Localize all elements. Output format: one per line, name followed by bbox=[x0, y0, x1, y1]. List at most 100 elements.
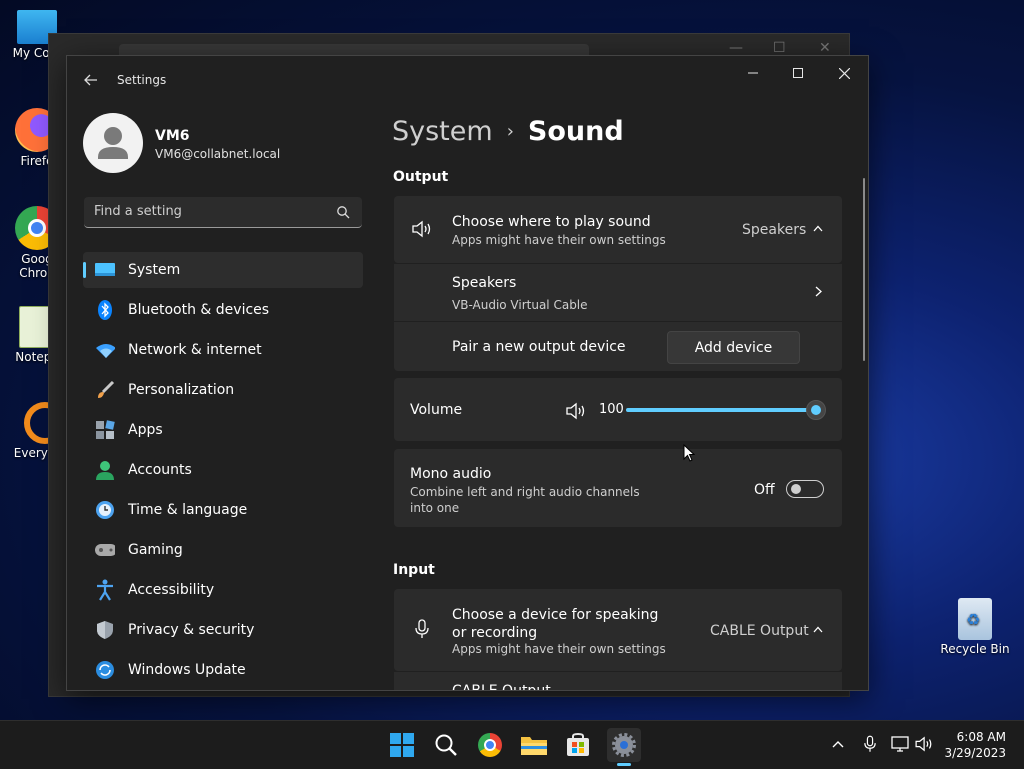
taskbar-chrome[interactable] bbox=[475, 730, 505, 760]
mono-audio-title: Mono audio bbox=[410, 466, 492, 482]
taskbar-settings[interactable] bbox=[607, 728, 641, 766]
input-section-title: Input bbox=[393, 562, 435, 578]
chevron-right-icon bbox=[815, 286, 822, 297]
output-choose-subtitle: Apps might have their own settings bbox=[452, 233, 666, 247]
back-button[interactable] bbox=[79, 68, 103, 92]
sidebar-item-accounts[interactable]: Accounts bbox=[83, 452, 363, 488]
volume-slider-thumb[interactable] bbox=[806, 400, 826, 420]
maximize-button[interactable] bbox=[775, 56, 821, 90]
sidebar-item-label: Personalization bbox=[128, 382, 235, 398]
breadcrumb: System › Sound bbox=[392, 116, 624, 147]
sidebar-item-network[interactable]: Network & internet bbox=[83, 332, 363, 368]
clock-time: 6:08 AM bbox=[956, 730, 1006, 744]
input-selected-device: CABLE Output bbox=[710, 623, 809, 639]
title-bar: Settings bbox=[67, 56, 868, 104]
sidebar-item-windows-update[interactable]: Windows Update bbox=[83, 652, 363, 688]
sidebar-item-gaming[interactable]: Gaming bbox=[83, 532, 363, 568]
input-choose-title: Choose a device for speaking or recordin… bbox=[452, 607, 659, 641]
bluetooth-icon bbox=[95, 300, 115, 320]
mono-audio-toggle[interactable] bbox=[786, 480, 824, 498]
settings-icon bbox=[612, 733, 636, 757]
mono-audio-state: Off bbox=[754, 482, 775, 498]
tray-network[interactable] bbox=[890, 734, 910, 754]
sidebar-item-apps[interactable]: Apps bbox=[83, 412, 363, 448]
output-device-name: Speakers bbox=[452, 275, 517, 291]
mouse-cursor-icon bbox=[683, 444, 695, 462]
desktop-icon-recycle-bin[interactable]: ♻ Recycle Bin bbox=[940, 598, 1010, 656]
minimize-button[interactable] bbox=[730, 56, 776, 90]
volume-row: Volume 100 bbox=[394, 378, 842, 441]
microphone-icon bbox=[864, 735, 876, 752]
back-arrow-icon bbox=[84, 74, 97, 86]
taskbar-clock[interactable]: 6:08 AM 3/29/2023 bbox=[944, 729, 1006, 761]
microphone-icon bbox=[415, 619, 429, 638]
chevron-up-icon[interactable] bbox=[813, 225, 823, 232]
toggle-knob bbox=[791, 484, 801, 494]
tray-microphone[interactable] bbox=[860, 734, 880, 754]
output-choose-title: Choose where to play sound bbox=[452, 214, 651, 230]
pair-output-row: Pair a new output device Add device bbox=[394, 322, 842, 371]
tray-volume[interactable] bbox=[915, 734, 935, 754]
tray-overflow-button[interactable] bbox=[828, 734, 848, 754]
sidebar-item-label: Bluetooth & devices bbox=[128, 302, 270, 318]
search-icon bbox=[435, 734, 457, 756]
chevron-up-icon bbox=[832, 741, 844, 748]
sidebar-item-label: Apps bbox=[128, 422, 163, 438]
maximize-icon: ☐ bbox=[773, 40, 786, 56]
sidebar-item-time-language[interactable]: Time & language bbox=[83, 492, 363, 528]
input-choose-subtitle: Apps might have their own settings bbox=[452, 642, 666, 656]
output-device-row[interactable]: Speakers VB-Audio Virtual Cable bbox=[394, 264, 842, 321]
output-device-description: VB-Audio Virtual Cable bbox=[452, 298, 588, 312]
sidebar-item-label: Accounts bbox=[128, 462, 192, 478]
volume-value: 100 bbox=[599, 402, 624, 417]
page-title: Sound bbox=[527, 116, 624, 147]
output-device-selector[interactable]: Choose where to play sound Apps might ha… bbox=[394, 196, 842, 263]
close-button[interactable] bbox=[821, 56, 867, 90]
sidebar-item-label: Time & language bbox=[128, 502, 248, 518]
sidebar-item-bluetooth[interactable]: Bluetooth & devices bbox=[83, 292, 363, 328]
add-device-button[interactable]: Add device bbox=[667, 331, 800, 364]
wifi-icon bbox=[95, 340, 115, 360]
chevron-up-icon[interactable] bbox=[813, 626, 823, 633]
profile-email: VM6@collabnet.local bbox=[155, 147, 281, 161]
sidebar-item-system[interactable]: System bbox=[83, 252, 363, 288]
time-language-icon bbox=[95, 500, 115, 520]
breadcrumb-parent[interactable]: System bbox=[392, 116, 493, 147]
taskbar-file-explorer[interactable] bbox=[519, 730, 549, 760]
volume-label: Volume bbox=[410, 402, 463, 418]
input-device-selector[interactable]: Choose a device for speaking or recordin… bbox=[394, 589, 842, 671]
profile-name: VM6 bbox=[155, 128, 190, 144]
gamepad-icon bbox=[95, 540, 115, 560]
avatar[interactable] bbox=[83, 113, 143, 173]
chevron-right-icon: › bbox=[506, 121, 514, 142]
system-monitor-icon bbox=[95, 260, 115, 280]
accessibility-icon bbox=[95, 579, 115, 601]
output-section-title: Output bbox=[393, 169, 449, 185]
sidebar-item-personalization[interactable]: Personalization bbox=[83, 372, 363, 408]
content-scrollbar[interactable] bbox=[863, 178, 865, 361]
taskbar-search-button[interactable] bbox=[431, 730, 461, 760]
app-title: Settings bbox=[117, 73, 167, 87]
sidebar-item-privacy[interactable]: Privacy & security bbox=[83, 612, 363, 648]
volume-slider[interactable] bbox=[626, 400, 826, 420]
file-explorer-icon bbox=[521, 737, 547, 755]
brush-icon bbox=[95, 380, 115, 400]
volume-slider-track bbox=[626, 408, 816, 412]
start-button[interactable] bbox=[387, 730, 417, 760]
sidebar-nav: System Bluetooth & devices Network & int… bbox=[83, 252, 363, 690]
taskbar-store[interactable] bbox=[563, 730, 593, 760]
chrome-icon bbox=[478, 733, 502, 757]
search-input[interactable]: Find a setting bbox=[84, 197, 362, 228]
close-icon bbox=[838, 67, 850, 79]
sidebar-item-label: Gaming bbox=[128, 542, 183, 558]
search-placeholder: Find a setting bbox=[94, 204, 182, 219]
sidebar-item-accessibility[interactable]: Accessibility bbox=[83, 572, 363, 608]
store-icon bbox=[567, 733, 589, 756]
speaker-icon bbox=[412, 220, 431, 238]
input-device-row[interactable]: CABLE Output bbox=[394, 672, 842, 691]
user-icon bbox=[98, 127, 128, 159]
update-icon bbox=[95, 660, 115, 680]
start-icon bbox=[390, 733, 414, 757]
input-device-name: CABLE Output bbox=[452, 683, 551, 691]
volume-icon[interactable] bbox=[566, 402, 588, 420]
